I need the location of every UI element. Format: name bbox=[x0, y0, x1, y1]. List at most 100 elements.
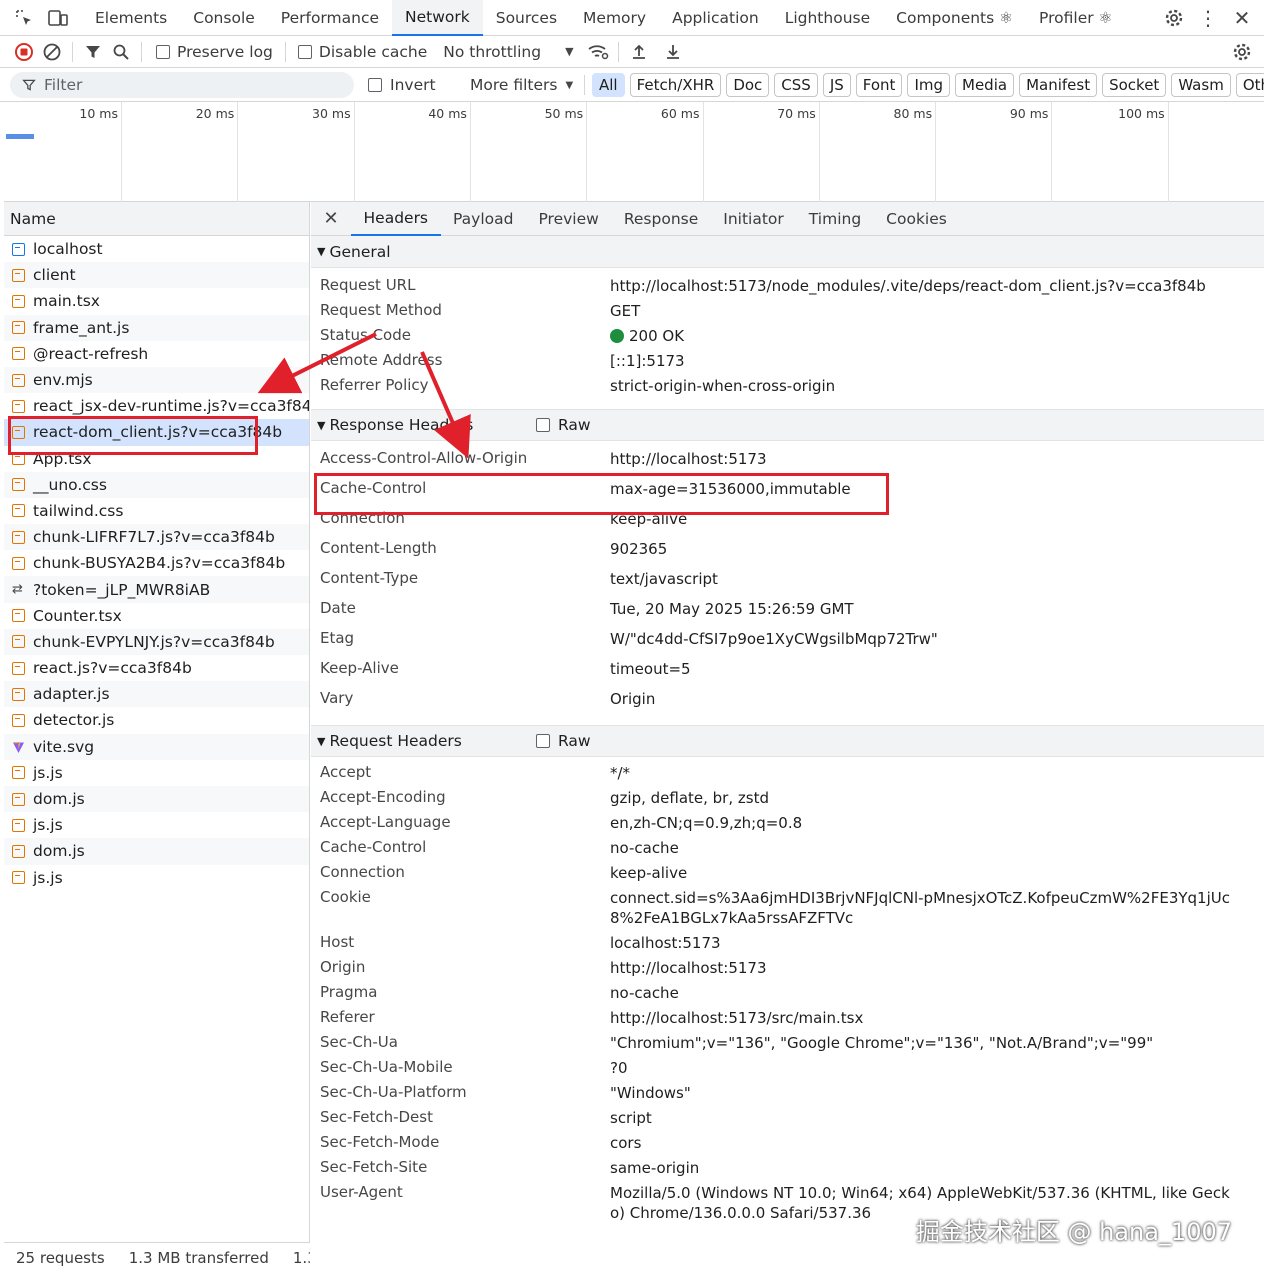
response-raw-checkbox[interactable] bbox=[536, 418, 550, 432]
type-filter-other[interactable]: Other bbox=[1235, 73, 1264, 97]
header-value[interactable]: en,zh-CN;q=0.9,zh;q=0.8 bbox=[610, 813, 822, 838]
request-row[interactable]: client bbox=[4, 262, 309, 289]
header-value[interactable]: text/javascript bbox=[610, 569, 738, 599]
header-value[interactable]: 902365 bbox=[610, 539, 687, 569]
type-filter-img[interactable]: Img bbox=[907, 73, 951, 97]
header-value[interactable]: keep-alive bbox=[610, 863, 707, 888]
stop-recording-icon[interactable] bbox=[10, 38, 38, 66]
type-filter-css[interactable]: CSS bbox=[774, 73, 818, 97]
header-value[interactable]: [::1]:5173 bbox=[610, 351, 705, 376]
tab-memory[interactable]: Memory bbox=[570, 0, 659, 36]
general-section-header[interactable]: ▼ General bbox=[311, 236, 1264, 268]
throttling-select[interactable]: No throttling ▼ bbox=[443, 43, 573, 61]
header-value[interactable]: max-age=31536000,immutable bbox=[610, 479, 871, 509]
preserve-log-checkbox[interactable] bbox=[156, 44, 170, 59]
tab-components[interactable]: Components ⚛ bbox=[883, 0, 1026, 36]
detail-tab-cookies[interactable]: Cookies bbox=[874, 202, 960, 236]
request-raw-checkbox[interactable] bbox=[536, 734, 550, 748]
request-row[interactable]: main.tsx bbox=[4, 288, 309, 314]
export-har-download-icon[interactable] bbox=[659, 38, 687, 66]
clear-log-icon[interactable] bbox=[38, 38, 66, 66]
filter-input[interactable]: Filter bbox=[10, 72, 354, 98]
type-filter-wasm[interactable]: Wasm bbox=[1171, 73, 1231, 97]
request-row[interactable]: dom.js bbox=[4, 785, 309, 813]
tab-sources[interactable]: Sources bbox=[483, 0, 570, 36]
header-value[interactable]: 200 OK bbox=[610, 326, 704, 351]
search-icon[interactable] bbox=[107, 38, 135, 66]
type-filter-manifest[interactable]: Manifest bbox=[1019, 73, 1098, 97]
network-conditions-wifi-icon[interactable] bbox=[584, 38, 612, 66]
settings-gear-icon[interactable] bbox=[1160, 4, 1188, 32]
request-row[interactable]: adapter.js bbox=[4, 681, 309, 708]
header-value[interactable]: ?0 bbox=[610, 1058, 648, 1083]
request-row[interactable]: detector.js bbox=[4, 707, 309, 733]
header-value[interactable]: */* bbox=[610, 763, 650, 788]
header-value[interactable]: script bbox=[610, 1108, 672, 1133]
tab-profiler[interactable]: Profiler ⚛ bbox=[1026, 0, 1125, 36]
header-value[interactable]: Tue, 20 May 2025 15:26:59 GMT bbox=[610, 599, 874, 629]
import-har-upload-icon[interactable] bbox=[625, 38, 653, 66]
header-value[interactable]: http://localhost:5173/node_modules/.vite… bbox=[610, 276, 1226, 301]
type-filter-socket[interactable]: Socket bbox=[1102, 73, 1167, 97]
header-value[interactable]: cors bbox=[610, 1133, 661, 1158]
request-row[interactable]: __uno.css bbox=[4, 471, 309, 498]
more-options-icon[interactable]: ⋮ bbox=[1194, 4, 1222, 32]
detail-tab-headers[interactable]: Headers bbox=[351, 202, 441, 236]
filter-funnel-icon[interactable] bbox=[79, 38, 107, 66]
inspect-element-icon[interactable] bbox=[10, 4, 38, 32]
request-row[interactable]: chunk-EVPYLNJY.js?v=cca3f84b bbox=[4, 628, 309, 655]
request-headers-section-header[interactable]: ▼ Request Headers Raw bbox=[311, 725, 1264, 757]
header-value[interactable]: gzip, deflate, br, zstd bbox=[610, 788, 789, 813]
request-row[interactable]: vite.svg bbox=[4, 733, 309, 760]
tab-network[interactable]: Network bbox=[392, 0, 483, 36]
type-filter-js[interactable]: JS bbox=[822, 73, 851, 97]
detail-tab-initiator[interactable]: Initiator bbox=[711, 202, 797, 236]
header-value[interactable]: Origin bbox=[610, 689, 675, 719]
invert-checkbox[interactable] bbox=[368, 78, 382, 92]
request-row[interactable]: @react-refresh bbox=[4, 341, 309, 367]
request-row[interactable]: frame_ant.js bbox=[4, 314, 309, 341]
header-value[interactable]: strict-origin-when-cross-origin bbox=[610, 376, 855, 401]
header-value[interactable]: keep-alive bbox=[610, 509, 707, 539]
type-filter-doc[interactable]: Doc bbox=[726, 73, 770, 97]
name-column-header[interactable]: Name bbox=[4, 202, 309, 236]
request-row[interactable]: react.js?v=cca3f84b bbox=[4, 655, 309, 681]
header-value[interactable]: timeout=5 bbox=[610, 659, 711, 689]
close-details-icon[interactable]: ✕ bbox=[311, 208, 351, 229]
header-value[interactable]: no-cache bbox=[610, 983, 699, 1008]
disable-cache-checkbox[interactable] bbox=[297, 44, 312, 59]
request-row[interactable]: tailwind.css bbox=[4, 498, 309, 524]
header-value[interactable]: GET bbox=[610, 301, 660, 326]
network-settings-gear-icon[interactable] bbox=[1228, 38, 1256, 66]
header-value[interactable]: http://localhost:5173 bbox=[610, 958, 787, 983]
tab-application[interactable]: Application bbox=[659, 0, 772, 36]
request-row[interactable]: react-dom_client.js?v=cca3f84b bbox=[4, 419, 309, 446]
tab-elements[interactable]: Elements bbox=[82, 0, 180, 36]
header-value[interactable]: "Chromium";v="136", "Google Chrome";v="1… bbox=[610, 1033, 1173, 1058]
header-value[interactable]: W/"dc4dd-CfSI7p9oe1XyCWgsilbMqp72Trw" bbox=[610, 629, 958, 659]
tab-lighthouse[interactable]: Lighthouse bbox=[772, 0, 883, 36]
request-row[interactable]: App.tsx bbox=[4, 446, 309, 472]
network-timeline-overview[interactable]: 10 ms 20 ms 30 ms 40 ms 50 ms 60 ms 70 ms 80 ms… bbox=[4, 102, 1264, 202]
type-filter-media[interactable]: Media bbox=[955, 73, 1015, 97]
request-row[interactable]: js.js bbox=[4, 760, 309, 786]
close-devtools-icon[interactable]: ✕ bbox=[1228, 4, 1256, 32]
detail-tab-payload[interactable]: Payload bbox=[441, 202, 526, 236]
detail-tab-response[interactable]: Response bbox=[611, 202, 710, 236]
request-row[interactable]: chunk-BUSYA2B4.js?v=cca3f84b bbox=[4, 550, 309, 576]
request-row[interactable]: chunk-LIFRF7L7.js?v=cca3f84b bbox=[4, 524, 309, 551]
header-value[interactable]: "Windows" bbox=[610, 1083, 711, 1108]
request-row[interactable]: js.js bbox=[4, 812, 309, 838]
detail-tab-preview[interactable]: Preview bbox=[526, 202, 611, 236]
type-filter-fetch-xhr[interactable]: Fetch/XHR bbox=[629, 73, 722, 97]
request-row[interactable]: ⇄ ?token=_jLP_MWR8iAB bbox=[4, 576, 309, 603]
header-value[interactable]: localhost:5173 bbox=[610, 933, 741, 958]
request-row[interactable]: env.mjs bbox=[4, 366, 309, 394]
tab-performance[interactable]: Performance bbox=[268, 0, 392, 36]
header-value[interactable]: connect.sid=s%3Aa6jmHDI3BrjvNFJqlCNl-pMn… bbox=[610, 888, 1264, 933]
header-value[interactable]: no-cache bbox=[610, 838, 699, 863]
tab-console[interactable]: Console bbox=[180, 0, 268, 36]
more-filters-dropdown[interactable]: More filters ▼ bbox=[470, 76, 573, 94]
type-filter-all[interactable]: All bbox=[592, 73, 625, 97]
device-toolbar-icon[interactable] bbox=[44, 4, 72, 32]
